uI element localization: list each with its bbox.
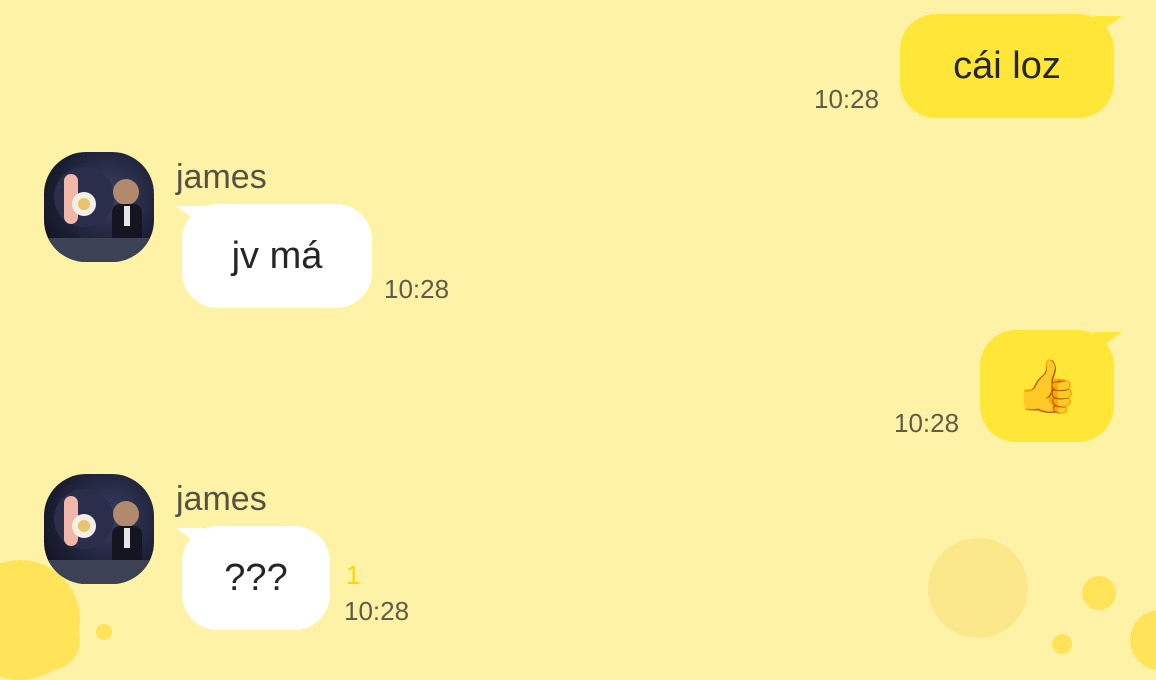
message-bubble[interactable]: cái loz [900, 14, 1114, 118]
message-text: jv má [231, 234, 323, 277]
avatar[interactable] [44, 474, 154, 584]
chat-window: 10:28 cái loz james jv má 10:28 10:28 👍 … [0, 0, 1156, 680]
message-time: 10:28 [384, 274, 450, 304]
decor-circle [20, 610, 80, 670]
sender-name: james [176, 480, 267, 518]
message-time: 10:28 [814, 84, 880, 114]
decor-circle [1130, 610, 1156, 670]
thumbs-up-emoji-icon: 👍 [1014, 357, 1080, 416]
message-time: 10:28 [344, 596, 410, 626]
message-text: cái loz [953, 44, 1061, 87]
decor-circle [1052, 634, 1072, 654]
message-text: ??? [224, 556, 288, 599]
avatar[interactable] [44, 152, 154, 262]
profile-photo-icon [44, 167, 154, 262]
message-bubble[interactable]: ??? [182, 526, 330, 630]
profile-photo-icon [44, 489, 154, 584]
message-bubble[interactable]: jv má [182, 204, 372, 308]
decor-circle [96, 624, 112, 640]
decor-circle [928, 538, 1028, 638]
decor-circle [1082, 576, 1116, 610]
sender-name: james [176, 158, 267, 196]
message-bubble[interactable]: 👍 [980, 330, 1114, 442]
unread-count: 1 [346, 560, 361, 590]
message-time: 10:28 [894, 408, 960, 438]
